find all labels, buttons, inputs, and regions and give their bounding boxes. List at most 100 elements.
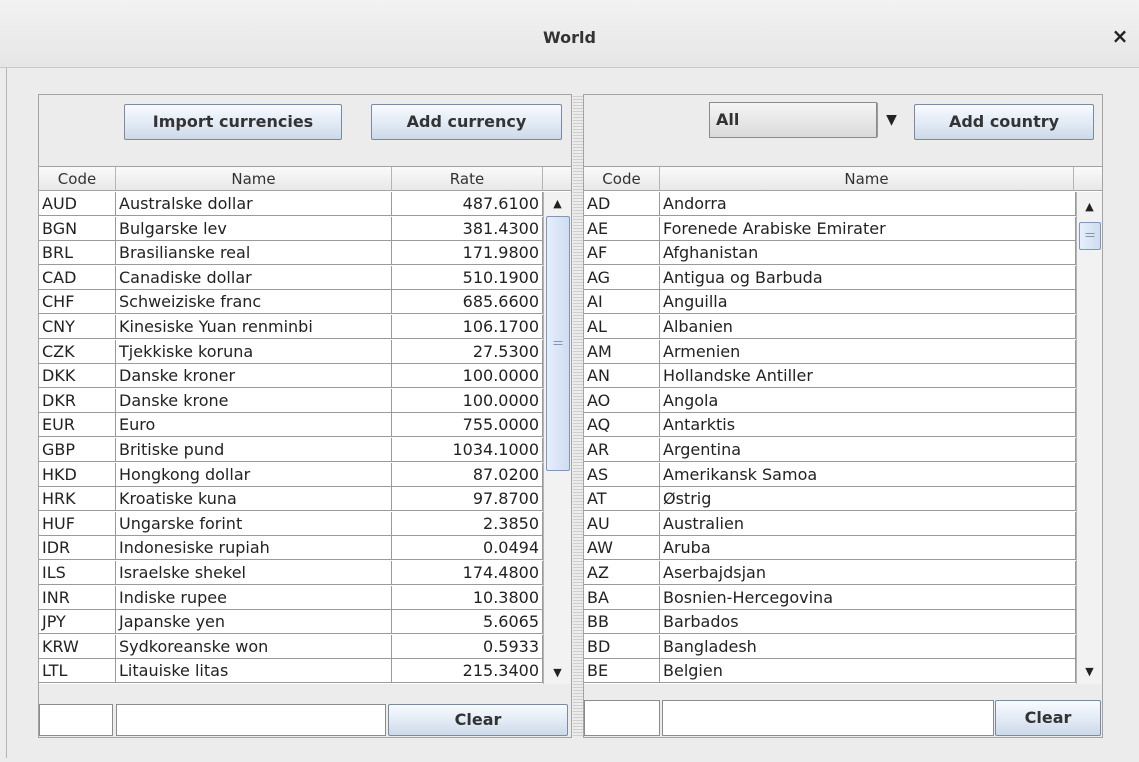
column-header-code[interactable]: Code: [584, 167, 660, 191]
table-row[interactable]: JPY Japanske yen 5.6065: [39, 610, 543, 635]
country-name-filter-input[interactable]: [662, 700, 994, 736]
cell-code[interactable]: AS: [584, 462, 660, 487]
cell-code[interactable]: AG: [584, 265, 660, 290]
cell-code[interactable]: AUD: [39, 192, 116, 216]
scroll-down-icon[interactable]: ▼: [544, 663, 571, 683]
cell-code[interactable]: AU: [584, 511, 660, 536]
table-row[interactable]: AM Armenien: [584, 339, 1076, 364]
cell-name[interactable]: Andorra: [660, 192, 1076, 216]
cell-rate[interactable]: 87.0200: [392, 462, 543, 487]
cell-rate[interactable]: 510.1900: [392, 265, 543, 290]
cell-name[interactable]: Indiske rupee: [116, 585, 392, 610]
table-row[interactable]: GBP Britiske pund 1034.1000: [39, 438, 543, 462]
scroll-up-icon[interactable]: ▲: [1077, 197, 1102, 217]
split-pane-divider[interactable]: [573, 94, 583, 738]
cell-name[interactable]: Hollandske Antiller: [660, 364, 1076, 389]
chevron-down-icon[interactable]: ▼: [877, 103, 905, 137]
cell-rate[interactable]: 1034.1000: [392, 438, 543, 462]
column-header-rate[interactable]: Rate: [392, 167, 543, 191]
cell-code[interactable]: JPY: [39, 610, 116, 635]
table-row[interactable]: DKR Danske krone 100.0000: [39, 388, 543, 413]
cell-code[interactable]: AM: [584, 339, 660, 364]
cell-rate[interactable]: 171.9800: [392, 241, 543, 266]
table-row[interactable]: AQ Antarktis: [584, 413, 1076, 438]
table-row[interactable]: AS Amerikansk Samoa: [584, 462, 1076, 487]
cell-rate[interactable]: 215.3400: [392, 659, 543, 684]
cell-code[interactable]: BD: [584, 634, 660, 659]
table-row[interactable]: CHF Schweiziske franc 685.6600: [39, 290, 543, 315]
currency-code-filter-input[interactable]: [39, 704, 113, 736]
table-row[interactable]: BD Bangladesh: [584, 634, 1076, 659]
cell-name[interactable]: Sydkoreanske won: [116, 634, 392, 659]
cell-name[interactable]: Hongkong dollar: [116, 462, 392, 487]
add-country-button[interactable]: Add country: [914, 104, 1094, 140]
cell-code[interactable]: INR: [39, 585, 116, 610]
cell-name[interactable]: Bulgarske lev: [116, 216, 392, 241]
import-currencies-button[interactable]: Import currencies: [124, 104, 342, 140]
table-row[interactable]: AN Hollandske Antiller: [584, 364, 1076, 389]
cell-name[interactable]: Armenien: [660, 339, 1076, 364]
cell-code[interactable]: AE: [584, 216, 660, 241]
cell-rate[interactable]: 2.3850: [392, 511, 543, 536]
cell-rate[interactable]: 106.1700: [392, 315, 543, 339]
cell-name[interactable]: Afghanistan: [660, 241, 1076, 266]
cell-name[interactable]: Kinesiske Yuan renminbi: [116, 315, 392, 339]
cell-code[interactable]: AZ: [584, 561, 660, 585]
table-row[interactable]: AZ Aserbajdsjan: [584, 561, 1076, 585]
cell-rate[interactable]: 0.5933: [392, 634, 543, 659]
table-row[interactable]: AR Argentina: [584, 438, 1076, 462]
table-row[interactable]: AO Angola: [584, 388, 1076, 413]
cell-name[interactable]: Amerikansk Samoa: [660, 462, 1076, 487]
cell-name[interactable]: Litauiske litas: [116, 659, 392, 684]
cell-code[interactable]: AI: [584, 290, 660, 315]
cell-code[interactable]: CZK: [39, 339, 116, 364]
cell-name[interactable]: Argentina: [660, 438, 1076, 462]
cell-rate[interactable]: 755.0000: [392, 413, 543, 438]
cell-code[interactable]: ILS: [39, 561, 116, 585]
scrollbar-thumb[interactable]: [546, 216, 570, 471]
cell-name[interactable]: Antarktis: [660, 413, 1076, 438]
table-row[interactable]: CNY Kinesiske Yuan renminbi 106.1700: [39, 315, 543, 339]
cell-name[interactable]: Barbados: [660, 610, 1076, 635]
cell-name[interactable]: Brasilianske real: [116, 241, 392, 266]
table-row[interactable]: INR Indiske rupee 10.3800: [39, 585, 543, 610]
cell-code[interactable]: BGN: [39, 216, 116, 241]
cell-name[interactable]: Israelske shekel: [116, 561, 392, 585]
table-row[interactable]: BGN Bulgarske lev 381.4300: [39, 216, 543, 241]
table-row[interactable]: AUD Australske dollar 487.6100: [39, 192, 543, 216]
cell-name[interactable]: Australske dollar: [116, 192, 392, 216]
table-row[interactable]: HUF Ungarske forint 2.3850: [39, 511, 543, 536]
cell-code[interactable]: AR: [584, 438, 660, 462]
cell-name[interactable]: Kroatiske kuna: [116, 487, 392, 512]
cell-code[interactable]: EUR: [39, 413, 116, 438]
cell-name[interactable]: Danske krone: [116, 388, 392, 413]
scroll-up-icon[interactable]: ▲: [544, 194, 571, 214]
table-row[interactable]: LTL Litauiske litas 215.3400: [39, 659, 543, 684]
cell-name[interactable]: Indonesiske rupiah: [116, 536, 392, 561]
cell-code[interactable]: DKK: [39, 364, 116, 389]
cell-name[interactable]: Canadiske dollar: [116, 265, 392, 290]
cell-code[interactable]: CAD: [39, 265, 116, 290]
cell-code[interactable]: DKR: [39, 388, 116, 413]
currency-name-filter-input[interactable]: [116, 704, 386, 736]
cell-name[interactable]: Australien: [660, 511, 1076, 536]
cell-code[interactable]: BE: [584, 659, 660, 684]
cell-rate[interactable]: 100.0000: [392, 364, 543, 389]
cell-code[interactable]: AW: [584, 536, 660, 561]
table-row[interactable]: EUR Euro 755.0000: [39, 413, 543, 438]
table-row[interactable]: AU Australien: [584, 511, 1076, 536]
cell-name[interactable]: Euro: [116, 413, 392, 438]
cell-name[interactable]: Østrig: [660, 487, 1076, 512]
table-row[interactable]: AW Aruba: [584, 536, 1076, 561]
cell-code[interactable]: HKD: [39, 462, 116, 487]
cell-name[interactable]: Danske kroner: [116, 364, 392, 389]
table-row[interactable]: BB Barbados: [584, 610, 1076, 635]
table-row[interactable]: HKD Hongkong dollar 87.0200: [39, 462, 543, 487]
table-row[interactable]: BRL Brasilianske real 171.9800: [39, 241, 543, 266]
table-row[interactable]: IDR Indonesiske rupiah 0.0494: [39, 536, 543, 561]
table-row[interactable]: AL Albanien: [584, 315, 1076, 339]
cell-code[interactable]: BB: [584, 610, 660, 635]
cell-code[interactable]: LTL: [39, 659, 116, 684]
table-row[interactable]: AT Østrig: [584, 487, 1076, 512]
cell-code[interactable]: KRW: [39, 634, 116, 659]
